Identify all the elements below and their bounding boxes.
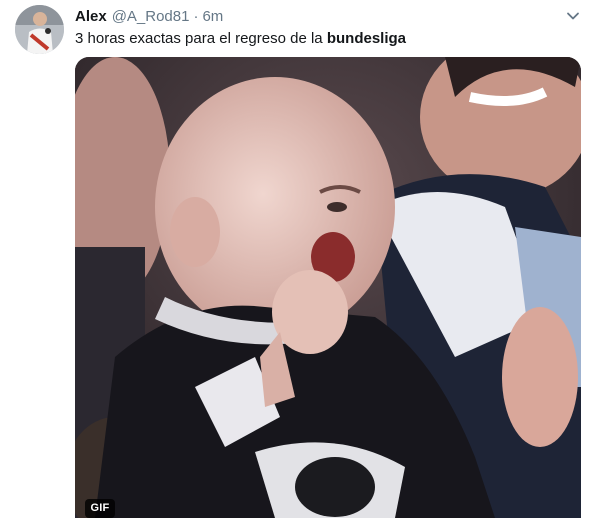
tweet-header: Alex @A_Rod81 · 6m [75, 7, 223, 27]
gif-badge: GIF [85, 499, 115, 518]
tweet[interactable]: Alex @A_Rod81 · 6m 3 horas exactas para … [0, 0, 598, 518]
avatar-image [15, 5, 64, 54]
display-name[interactable]: Alex [75, 7, 107, 27]
tweet-text-bold: bundesliga [326, 30, 407, 47]
gif-image [75, 57, 581, 518]
avatar[interactable] [15, 5, 64, 54]
gif-media[interactable] [75, 57, 581, 518]
separator-dot: · [193, 8, 199, 25]
user-handle[interactable]: @A_Rod81 [112, 7, 190, 27]
chevron-down-icon[interactable] [566, 9, 580, 23]
tweet-text: 3 horas exactas para el regreso de la bu… [75, 29, 406, 49]
tweet-text-body: 3 horas exactas para el regreso de la [75, 30, 327, 47]
timestamp[interactable]: 6m [202, 7, 223, 27]
